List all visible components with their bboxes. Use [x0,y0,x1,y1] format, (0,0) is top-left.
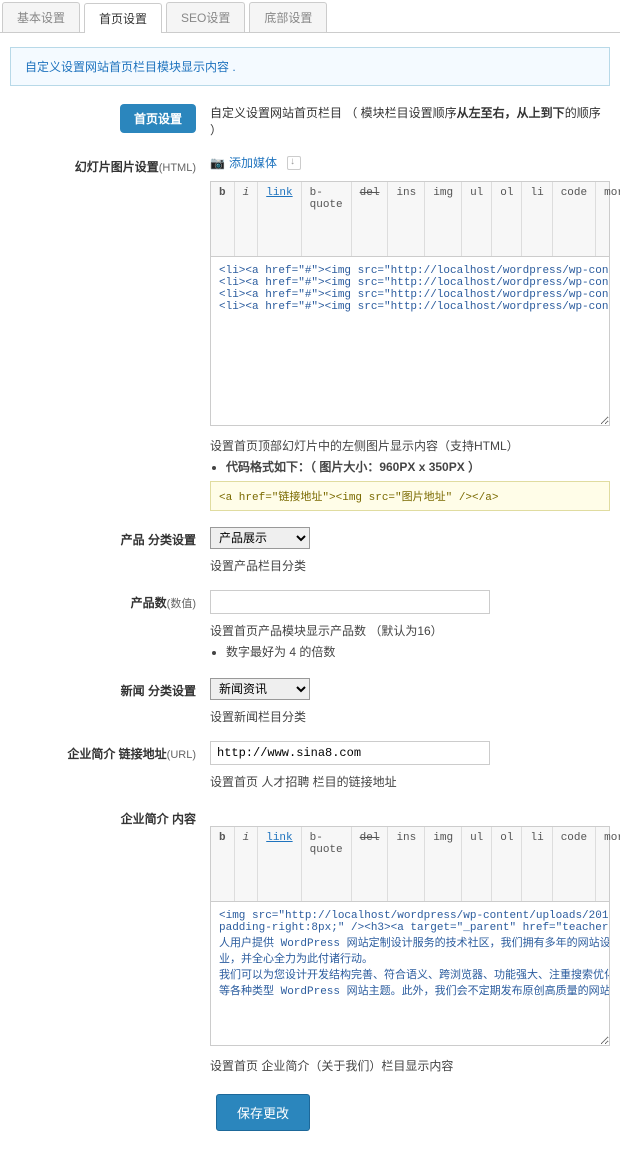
editor-toolbar-slideshow: b i link b-quote del ins img ul ol li co… [210,181,610,256]
product-cat-label: 产品 分类设置 [10,527,210,574]
about-content-textarea[interactable] [210,901,610,1046]
news-cat-desc: 设置新闻栏目分类 [210,708,610,725]
ed2-more[interactable]: more [596,827,620,901]
save-button[interactable]: 保存更改 [216,1094,310,1131]
product-cat-select[interactable]: 产品展示 [210,527,310,549]
info-box: 自定义设置网站首页栏目模块显示内容 . [10,47,610,86]
tab-home[interactable]: 首页设置 [84,3,162,33]
media-icon: 📷 [210,156,225,170]
ed-del[interactable]: del [352,182,389,256]
ed2-ins[interactable]: ins [388,827,425,901]
news-cat-select[interactable]: 新闻资讯 [210,678,310,700]
ed-more[interactable]: more [596,182,620,256]
slideshow-bullet: 代码格式如下：（ 图片大小：960PX x 350PX ） [226,458,610,475]
product-num-input[interactable] [210,590,490,614]
about-url-label: 企业简介 链接地址(URL) [10,741,210,790]
ed2-code[interactable]: code [553,827,596,901]
product-cat-desc: 设置产品栏目分类 [210,557,610,574]
section-badge: 首页设置 [120,104,196,133]
ed2-ul[interactable]: ul [462,827,492,901]
ed-ul[interactable]: ul [462,182,492,256]
ed-link[interactable]: link [258,182,301,256]
slideshow-label: 幻灯片图片设置(HTML) [10,154,210,511]
about-content-desc: 设置首页 企业简介（关于我们）栏目显示内容 [210,1057,610,1074]
editor-toolbar-about: b i link b-quote del ins img ul ol li co… [210,826,610,901]
ed-code[interactable]: code [553,182,596,256]
ed2-bquote[interactable]: b-quote [302,827,352,901]
about-url-input[interactable] [210,741,490,765]
ed-ins[interactable]: ins [388,182,425,256]
ed2-li[interactable]: li [522,827,552,901]
ed-i[interactable]: i [235,182,259,256]
tab-footer[interactable]: 底部设置 [249,2,327,32]
ed2-del[interactable]: del [352,827,389,901]
slideshow-desc: 设置首页顶部幻灯片中的左侧图片显示内容（支持HTML） [210,437,610,454]
ed-li[interactable]: li [522,182,552,256]
product-num-desc: 设置首页产品模块显示产品数 （默认为16） [210,622,610,639]
ed2-b[interactable]: b [211,827,235,901]
code-hint: <a href="链接地址"><img src="图片地址" /></a> [210,481,610,511]
slideshow-textarea[interactable] [210,256,610,426]
ed2-link[interactable]: link [258,827,301,901]
ed-bquote[interactable]: b-quote [302,182,352,256]
tab-basic[interactable]: 基本设置 [2,2,80,32]
insert-icon[interactable] [287,156,301,170]
ed2-ol[interactable]: ol [492,827,522,901]
about-url-desc: 设置首页 人才招聘 栏目的链接地址 [210,773,610,790]
tab-seo[interactable]: SEO设置 [166,2,245,32]
ed-img[interactable]: img [425,182,462,256]
ed2-img[interactable]: img [425,827,462,901]
ed-b[interactable]: b [211,182,235,256]
product-num-bullet: 数字最好为 4 的倍数 [226,643,610,660]
news-cat-label: 新闻 分类设置 [10,678,210,725]
ed-ol[interactable]: ol [492,182,522,256]
section-description: 自定义设置网站首页栏目 （ 模块栏目设置顺序从左至右，从上到下的顺序 ） [210,104,610,138]
about-content-label: 企业简介 内容 [10,806,210,1074]
add-media-button[interactable]: 📷 添加媒体 [210,154,277,171]
settings-tabs: 基本设置 首页设置 SEO设置 底部设置 [0,0,620,33]
ed2-i[interactable]: i [235,827,259,901]
product-num-label: 产品数(数值) [10,590,210,662]
